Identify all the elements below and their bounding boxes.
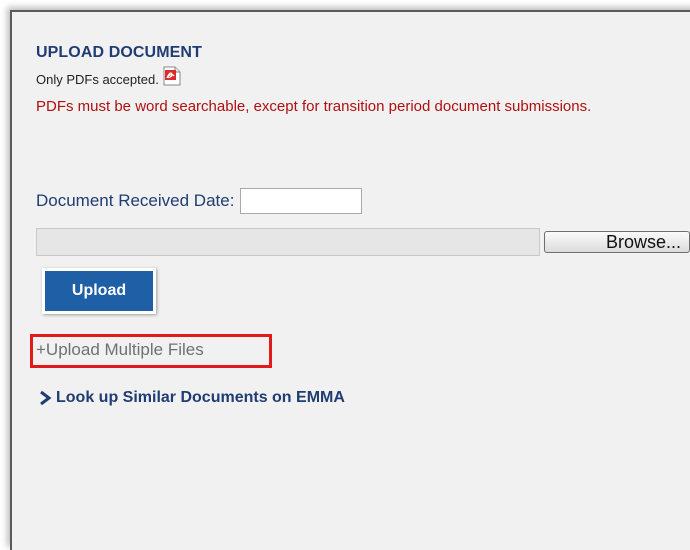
upload-multiple-files-link[interactable]: +Upload Multiple Files [36, 340, 204, 360]
lookup-similar-documents-link[interactable]: Look up Similar Documents on EMMA [38, 389, 345, 407]
file-chooser-row: Browse... [36, 228, 690, 256]
upload-document-panel: UPLOAD DOCUMENT Only PDFs accepted. PDFs… [10, 10, 690, 550]
browse-button[interactable]: Browse... [544, 231, 690, 253]
pdf-note-row: Only PDFs accepted. [36, 66, 181, 88]
received-date-label: Document Received Date: [36, 191, 235, 210]
received-date-row: Document Received Date: [36, 188, 363, 214]
received-date-input[interactable] [240, 188, 363, 214]
upload-document-title: UPLOAD DOCUMENT [36, 44, 202, 61]
word-searchable-warning: PDFs must be word searchable, except for… [36, 98, 592, 115]
upload-button[interactable]: Upload [42, 268, 156, 314]
pdf-only-note: Only PDFs accepted. [36, 72, 159, 87]
pdf-file-icon [163, 66, 181, 86]
chevron-right-icon [38, 390, 52, 406]
lookup-similar-documents-label: Look up Similar Documents on EMMA [56, 389, 345, 406]
file-path-field[interactable] [36, 228, 540, 256]
